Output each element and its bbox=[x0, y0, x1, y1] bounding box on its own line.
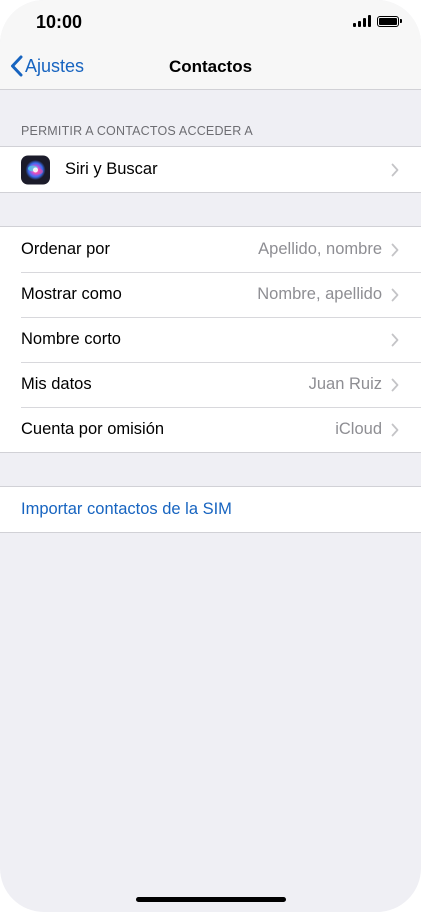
home-indicator[interactable] bbox=[136, 897, 286, 902]
sort-order-value: Apellido, nombre bbox=[258, 240, 382, 258]
chevron-right-icon bbox=[391, 378, 399, 391]
my-info-value: Juan Ruiz bbox=[308, 375, 382, 393]
access-group: Siri y Buscar bbox=[0, 146, 421, 193]
settings-group: Ordenar por Apellido, nombre Mostrar com… bbox=[0, 226, 421, 453]
battery-icon bbox=[377, 15, 402, 27]
section-header-access: PERMITIR A CONTACTOS ACCEDER A bbox=[21, 124, 253, 138]
sim-group: Importar contactos de la SIM bbox=[0, 486, 421, 533]
back-button[interactable]: Ajustes bbox=[10, 55, 84, 77]
signal-bars-icon bbox=[353, 15, 371, 27]
short-name-label: Nombre corto bbox=[21, 330, 121, 348]
chevron-right-icon bbox=[391, 243, 399, 256]
default-account-row[interactable]: Cuenta por omisión iCloud bbox=[0, 407, 421, 452]
default-account-label: Cuenta por omisión bbox=[21, 420, 165, 438]
display-order-row[interactable]: Mostrar como Nombre, apellido bbox=[0, 272, 421, 317]
import-sim-contacts-label: Importar contactos de la SIM bbox=[21, 500, 232, 518]
sort-order-row[interactable]: Ordenar por Apellido, nombre bbox=[0, 227, 421, 272]
phone-screen: 10:00 Ajustes Contactos PERMITIR A CONTA… bbox=[0, 0, 421, 912]
sort-order-label: Ordenar por bbox=[21, 240, 110, 258]
siri-search-label: Siri y Buscar bbox=[65, 160, 158, 178]
chevron-left-icon bbox=[11, 55, 23, 77]
display-order-value: Nombre, apellido bbox=[257, 285, 382, 303]
import-sim-contacts-button[interactable]: Importar contactos de la SIM bbox=[0, 487, 421, 532]
siri-search-row[interactable]: Siri y Buscar bbox=[0, 147, 421, 192]
chevron-right-icon bbox=[391, 163, 399, 176]
siri-icon bbox=[21, 155, 50, 184]
chevron-right-icon bbox=[391, 423, 399, 436]
status-icons bbox=[353, 15, 402, 27]
back-button-label: Ajustes bbox=[25, 55, 85, 76]
status-time: 10:00 bbox=[36, 12, 83, 32]
default-account-value: iCloud bbox=[335, 420, 382, 438]
my-info-row[interactable]: Mis datos Juan Ruiz bbox=[0, 362, 421, 407]
chevron-right-icon bbox=[391, 288, 399, 301]
my-info-label: Mis datos bbox=[21, 375, 92, 393]
top-bar: 10:00 Ajustes Contactos bbox=[0, 0, 421, 90]
display-order-label: Mostrar como bbox=[21, 285, 122, 303]
chevron-right-icon bbox=[391, 333, 399, 346]
short-name-row[interactable]: Nombre corto bbox=[0, 317, 421, 362]
